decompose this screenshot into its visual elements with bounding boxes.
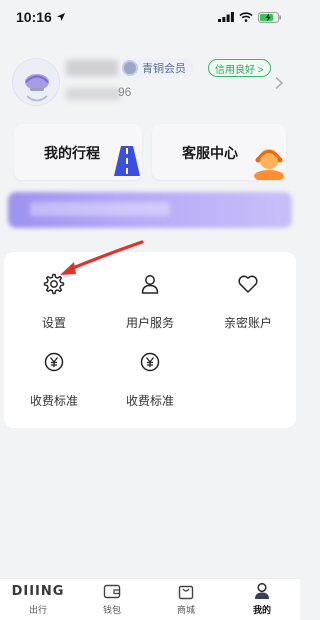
profile-header[interactable]: 青铜会员 信用良好 > 96 [0,50,300,110]
my-trips-card[interactable]: 我的行程 [14,124,142,180]
customer-service-icon [254,149,284,180]
phone-tail: 96 [118,85,132,99]
wallet-icon [103,584,121,599]
nav-item-label: 商城 [176,605,195,615]
signal-icon [218,12,234,22]
promo-banner-blurred[interactable] [8,192,292,228]
credit-status-badge[interactable]: 信用良好 > [208,59,271,77]
quick-cards: 我的行程 客服中心 [14,124,286,180]
heart-icon [237,270,259,298]
diling-logo: DIIING [12,581,65,601]
profile-icon [255,582,269,599]
status-bar: 10:16 [0,0,300,34]
menu-item-label: 收费标准 [125,394,174,408]
status-left: 10:16 [16,9,66,25]
wifi-icon [239,12,253,22]
status-right [218,11,282,23]
menu-item-label: 亲密账户 [223,316,272,330]
menu-item-pricing-2[interactable]: 收费标准 [110,348,190,412]
red-arrow-annotation [60,240,144,275]
customer-service-label: 客服中心 [182,145,238,161]
bottom-nav: DIIING 出行 钱包 商城 我的 [0,578,300,620]
credit-status-label: 信用良好 > [215,64,264,76]
member-level-badge[interactable]: 青铜会员 [120,58,194,78]
member-level-label: 青铜会员 [142,63,186,75]
diling-logo-text: DIIING [11,583,65,599]
username-redacted [66,60,118,76]
location-arrow-icon [56,13,65,21]
avatar-illustration [25,74,49,102]
nav-item-mall[interactable]: 商城 [156,581,216,619]
road-icon [114,146,140,176]
my-trips-label: 我的行程 [44,145,100,161]
shopping-bag-icon [178,585,194,600]
nav-item-label: 钱包 [102,605,121,615]
avatar[interactable] [12,58,60,106]
nav-item-wallet[interactable]: 钱包 [82,581,142,619]
banner-text-blurred [30,202,170,216]
chevron-right-icon[interactable] [274,76,284,90]
status-time: 10:16 [16,9,52,25]
nav-item-label: 出行 [28,605,47,615]
menu-item-label: 设置 [41,316,66,330]
battery-charging-icon [258,11,281,23]
menu-item-label: 用户服务 [125,316,174,330]
menu-item-family-account[interactable]: 亲密账户 [208,270,288,334]
menu-item-label: 收费标准 [29,394,78,408]
nav-item-mine[interactable]: 我的 [232,581,292,619]
customer-service-card[interactable]: 客服中心 [152,124,286,180]
bronze-medal-icon [122,60,138,76]
yuan-icon [139,348,161,376]
menu-item-pricing[interactable]: 收费标准 [14,348,94,412]
phone-redacted [66,88,120,100]
services-menu: 设置 用户服务 亲密账户 收费标准 收费标准 [4,252,296,428]
yuan-icon [43,348,65,376]
nav-item-travel[interactable]: DIIING 出行 [8,581,68,619]
nav-item-label: 我的 [252,605,271,615]
